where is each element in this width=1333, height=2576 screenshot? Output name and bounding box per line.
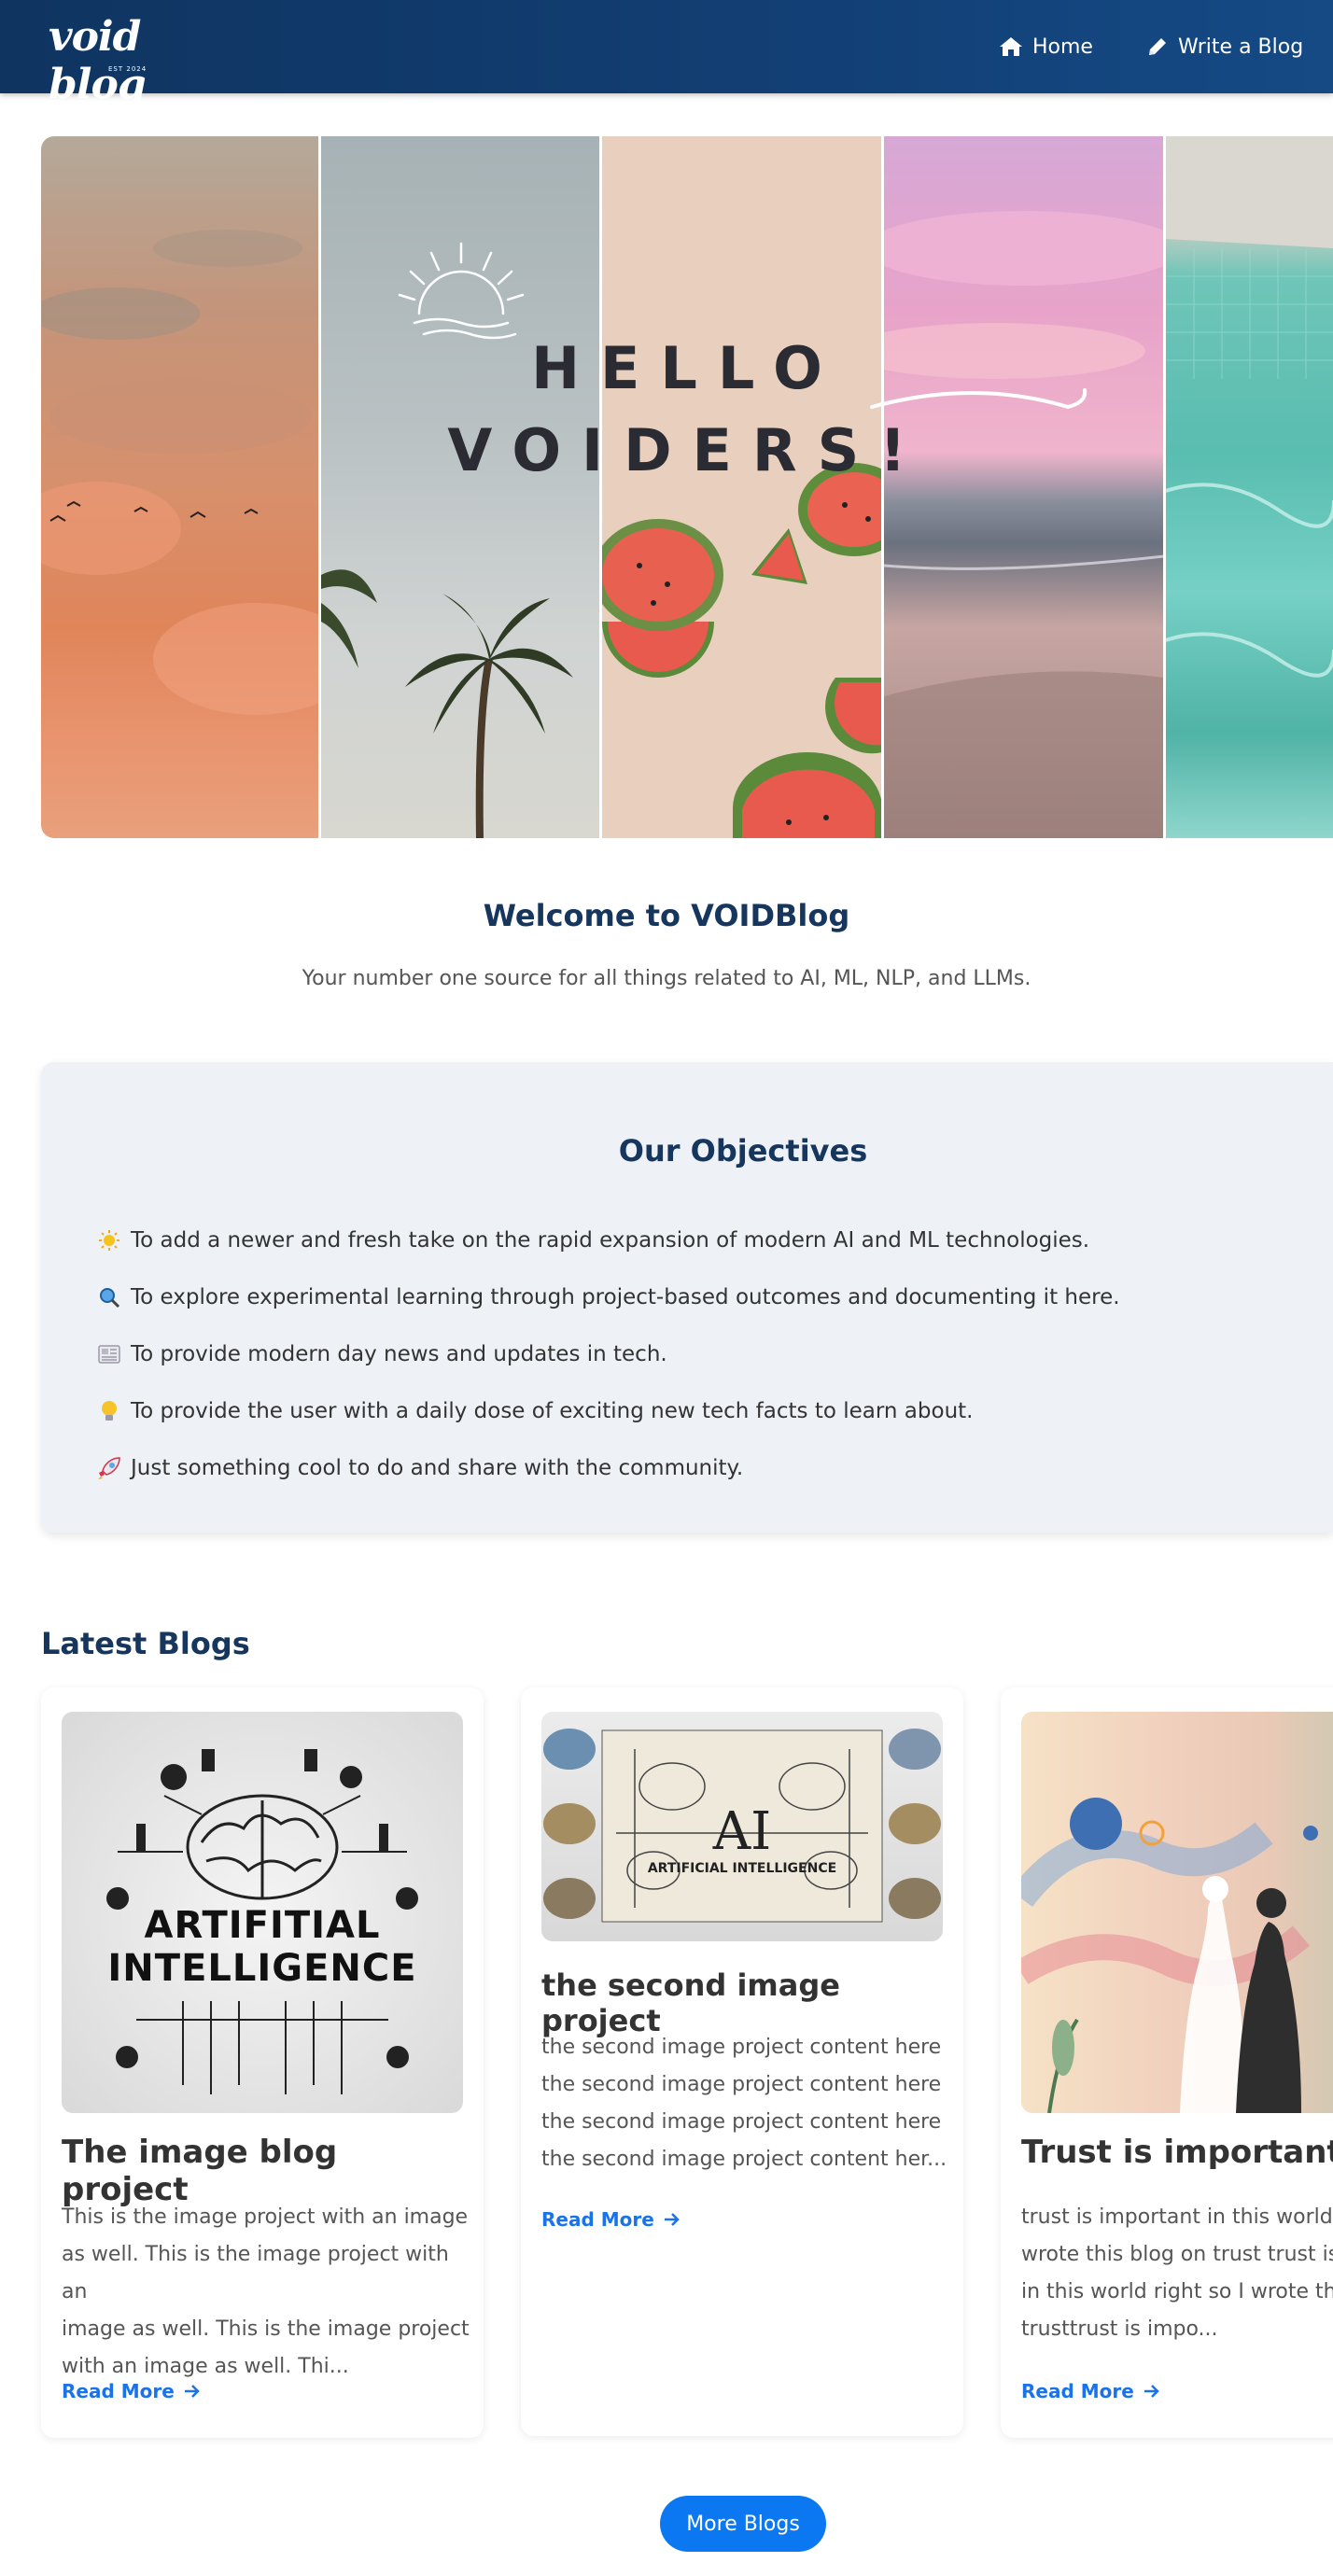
objectives-title: Our Objectives [618, 1133, 868, 1169]
objective-item: To add a newer and fresh take on the rap… [95, 1211, 1120, 1268]
blog-card-image[interactable]: ARTIFITIAL INTELLIGENCE [62, 1712, 463, 2113]
excerpt-line: the second image project content her... [541, 2148, 947, 2171]
blog-card[interactable]: AI ARTIFICIAL INTELLIGENCE the second im… [521, 1687, 963, 2436]
blog-card-title[interactable]: Trust is important [1021, 2134, 1333, 2171]
sun-icon [95, 1229, 123, 1252]
blog-card[interactable]: ARTIFITIAL INTELLIGENCE The image blog p… [41, 1687, 484, 2438]
home-icon [1000, 37, 1022, 56]
pencil-icon [1149, 38, 1166, 55]
objective-text: Just something cool to do and share with… [131, 1455, 744, 1480]
hero-panel-watermelon [602, 136, 882, 838]
welcome-title: Welcome to VOIDBlog [483, 898, 850, 933]
objective-item: To explore experimental learning through… [95, 1268, 1120, 1325]
objective-item: To provide modern day news and updates i… [95, 1325, 1120, 1382]
lightbulb-icon [95, 1400, 123, 1422]
arrow-right-icon [184, 2385, 200, 2398]
arrow-right-icon [664, 2213, 680, 2226]
magnifier-icon [95, 1286, 123, 1309]
read-more-label: Read More [62, 2380, 175, 2402]
excerpt-line: the second image project content here [541, 2036, 942, 2059]
logo-text: void blog [49, 13, 147, 108]
rocket-icon [95, 1456, 123, 1480]
image-text-line1: ARTIFITIAL [144, 1904, 381, 1947]
excerpt-line: trusttrust is impo... [1021, 2317, 1218, 2341]
objective-item: To provide the user with a daily dose of… [95, 1382, 1120, 1439]
excerpt-line: as well. This is the image project with … [62, 2243, 449, 2303]
excerpt-line: wrote this blog on trust trust is im [1021, 2243, 1333, 2266]
blog-card-title[interactable]: The image blog project [62, 2134, 472, 2208]
hero-panel-beach [884, 136, 1163, 838]
hero-panel-sunset [41, 136, 318, 838]
logo-subtext: EST 2024 [108, 65, 147, 73]
objectives-section: Our Objectives To add a newer and fresh … [41, 1062, 1333, 1533]
read-more-link[interactable]: Read More [1021, 2380, 1160, 2402]
nav-home-label: Home [1032, 35, 1093, 59]
objective-item: Just something cool to do and share with… [95, 1439, 1120, 1496]
hero-panel-palms [320, 136, 600, 838]
top-navbar: void blog EST 2024 Home Write a Blog [0, 0, 1333, 108]
blog-card-image[interactable] [1021, 1712, 1333, 2113]
hero-title-line2: VOIDERS! [447, 416, 927, 484]
objective-text: To add a newer and fresh take on the rap… [131, 1227, 1090, 1253]
site-logo[interactable]: void blog EST 2024 [49, 13, 198, 108]
blog-card[interactable]: Trust is important trust is important in… [1001, 1687, 1333, 2438]
excerpt-line: This is the image project with an image [62, 2205, 469, 2229]
objective-text: To provide the user with a daily dose of… [131, 1398, 974, 1423]
objectives-list: To add a newer and fresh take on the rap… [95, 1211, 1120, 1496]
read-more-link[interactable]: Read More [541, 2208, 681, 2231]
nav-write-link[interactable]: Write a Blog [1146, 32, 1303, 62]
hero-banner: HELLO VOIDERS! [41, 136, 1333, 838]
blog-card-image[interactable]: AI ARTIFICIAL INTELLIGENCE [541, 1712, 943, 1941]
read-more-link[interactable]: Read More [62, 2380, 201, 2402]
excerpt-line: in this world right so I wrote this b [1021, 2280, 1333, 2303]
arrow-right-icon [1144, 2385, 1159, 2398]
objective-text: To explore experimental learning through… [131, 1284, 1120, 1309]
image-text-line2: ARTIFICIAL INTELLIGENCE [647, 1861, 837, 1876]
nav-home-link[interactable]: Home [999, 32, 1093, 62]
blog-card-excerpt: the second image project content here th… [541, 2029, 952, 2178]
blog-card-excerpt: trust is important in this world rig wro… [1021, 2199, 1333, 2348]
objective-text: To provide modern day news and updates i… [131, 1341, 667, 1366]
image-text-line1: AI [712, 1801, 772, 1862]
hero-title-line1: HELLO [531, 334, 843, 402]
blog-card-excerpt: This is the image project with an image … [62, 2199, 472, 2386]
newspaper-icon [95, 1344, 123, 1365]
read-more-label: Read More [1021, 2380, 1134, 2402]
welcome-subtitle: Your number one source for all things re… [302, 967, 1031, 990]
more-blogs-button[interactable]: More Blogs [660, 2496, 826, 2552]
image-text-line2: INTELLIGENCE [107, 1947, 417, 1990]
excerpt-line: the second image project content here [541, 2073, 942, 2096]
excerpt-line: trust is important in this world rig [1021, 2205, 1333, 2229]
excerpt-line: the second image project content here [541, 2110, 942, 2134]
nav-write-label: Write a Blog [1178, 35, 1304, 59]
latest-blogs-title: Latest Blogs [41, 1626, 250, 1661]
hero-panel-pool [1165, 136, 1333, 838]
blog-card-title[interactable]: the second image project [541, 1967, 952, 2038]
excerpt-line: image as well. This is the image project [62, 2317, 470, 2341]
read-more-label: Read More [541, 2208, 654, 2231]
